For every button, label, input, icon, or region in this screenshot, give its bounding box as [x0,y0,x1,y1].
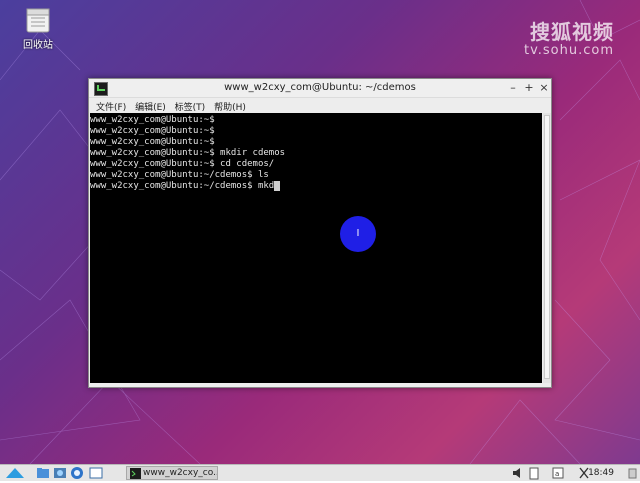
text-cursor [274,181,281,191]
taskbar-terminal-task[interactable]: www_w2cxy_co... [126,466,218,480]
terminal-line: www_w2cxy_com@Ubuntu:~$ mkdir cdemos [90,148,286,158]
folder-icon [37,468,49,478]
close-button[interactable]: × [536,80,552,96]
terminal-input-text: www_w2cxy_com@Ubuntu:~/cdemos$ mkd [90,181,275,191]
terminal-task-icon [130,468,141,479]
terminal-output[interactable]: www_w2cxy_com@Ubuntu:~$ www_w2cxy_com@Ub… [90,113,542,383]
menu-bar: 文件(F) 编辑(E) 标签(T) 帮助(H) [89,98,551,114]
terminal-current-line: www_w2cxy_com@Ubuntu:~/cdemos$ mkd [90,181,542,192]
terminal-line: www_w2cxy_com@Ubuntu:~/cdemos$ ls [90,170,269,180]
browser-icon [71,467,83,479]
terminal-scrollbar[interactable] [543,113,551,383]
terminal-window[interactable]: www_w2cxy_com@Ubuntu: ~/cdemos – + × 文件(… [88,78,552,388]
scrollbar-thumb[interactable] [544,115,550,379]
volume-icon[interactable] [512,466,524,480]
window-title: www_w2cxy_com@Ubuntu: ~/cdemos [224,82,416,93]
watermark-url: tv.sohu.com [523,43,614,58]
launcher-show-desktop[interactable] [89,466,103,480]
minimize-button[interactable]: – [505,80,521,96]
launcher-browser[interactable] [70,466,84,480]
window-icon [89,467,103,479]
watermark: 搜狐视频 tv.sohu.com [524,16,614,58]
desktop-icon-trash[interactable]: 回收站 [14,6,62,58]
window-titlebar[interactable]: www_w2cxy_com@Ubuntu: ~/cdemos – + × [89,79,551,98]
svg-text:a: a [555,470,559,478]
clipboard-icon[interactable] [528,466,540,480]
launcher-file-manager[interactable] [36,466,50,480]
maximize-button[interactable]: + [521,80,537,96]
taskbar: www_w2cxy_co... a 18:49 [0,464,640,481]
input-method-icon[interactable]: a [552,466,564,480]
watermark-title: 搜狐视频 [530,20,614,44]
taskbar-task-label: www_w2cxy_co... [143,468,218,478]
terminal-line: www_w2cxy_com@Ubuntu:~$ cd cdemos/ [90,159,275,169]
trash-icon [25,6,51,34]
show-desktop-corner[interactable] [628,466,640,480]
trash-label: 回收站 [23,40,53,51]
start-menu-icon [6,468,24,478]
terminal-line: www_w2cxy_com@Ubuntu:~$ [90,115,215,125]
launcher-network[interactable] [53,466,67,480]
start-menu-button[interactable] [4,466,26,480]
terminal-line: www_w2cxy_com@Ubuntu:~$ [90,126,215,136]
taskbar-clock: 18:49 [588,468,614,478]
terminal-line: www_w2cxy_com@Ubuntu:~$ [90,137,215,147]
network-icon [54,468,66,478]
mouse-click-marker: I [340,216,376,252]
